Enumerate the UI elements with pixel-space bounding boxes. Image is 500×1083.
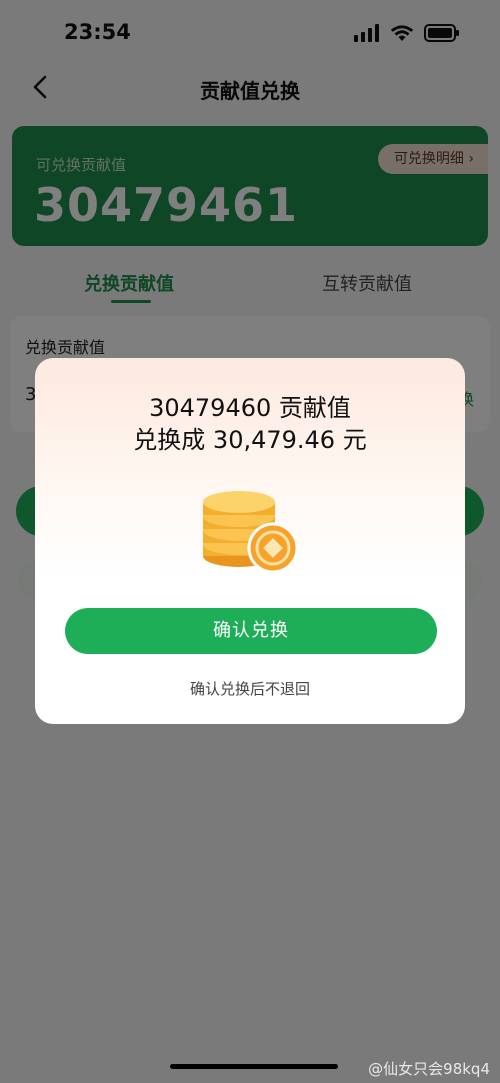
dialog-note: 确认兑换后不退回: [189, 680, 310, 698]
confirm-dialog: 30479460 贡献值 兑换成 30,479.46 元 确认兑换 确认兑换后不…: [35, 358, 465, 724]
coin-stack-icon: [203, 491, 299, 574]
dialog-result-text: 兑换成 30,479.46 元: [133, 426, 367, 454]
confirm-exchange-button[interactable]: 确认兑换: [65, 608, 437, 654]
dialog-amount-text: 30479460 贡献值: [149, 394, 351, 422]
home-indicator: [170, 1064, 338, 1069]
watermark: @仙女只会98kq4: [368, 1060, 490, 1078]
